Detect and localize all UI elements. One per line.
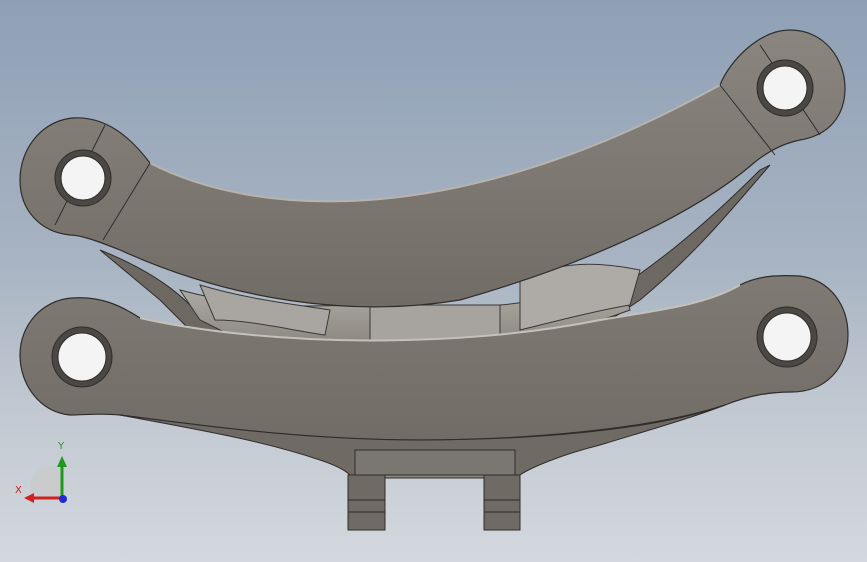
triad-axes-icon	[24, 456, 67, 503]
reference-triad[interactable]: X Y	[12, 440, 74, 510]
clevis-right-tab	[483, 474, 521, 531]
x-axis-label: X	[15, 485, 22, 496]
graphics-viewport[interactable]: X Y	[0, 0, 867, 562]
upper-arm	[19, 29, 846, 308]
z-axis-icon	[59, 495, 67, 503]
mount-top-plate	[354, 449, 516, 476]
y-axis-label: Y	[58, 441, 65, 452]
part-model[interactable]	[0, 0, 867, 562]
clevis-left-tab	[347, 474, 386, 531]
upper-arm-body	[19, 29, 846, 308]
